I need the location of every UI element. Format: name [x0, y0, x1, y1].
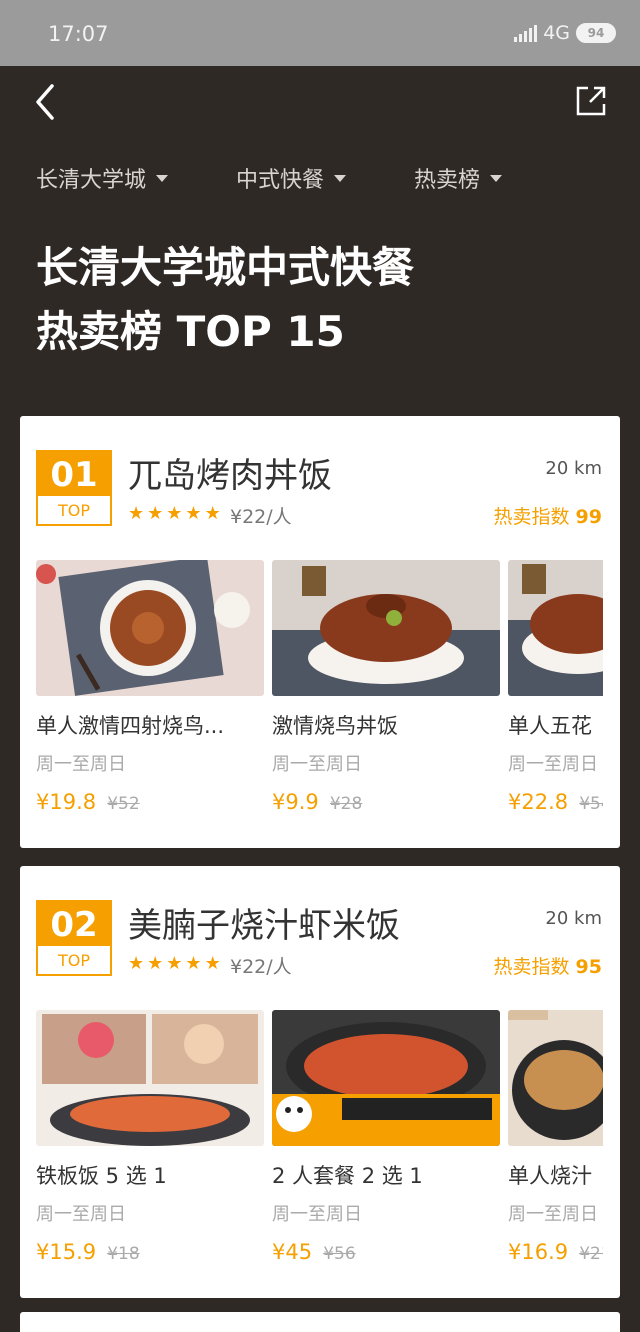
signal-icon	[514, 24, 538, 42]
battery-level: 94	[587, 26, 605, 40]
menu-item[interactable]: 2 人套餐 2 选 1 周一至周日 ¥45 ¥56	[272, 1010, 500, 1264]
menu-item-price: ¥22.8	[508, 790, 569, 814]
menu-item-name: 激情烧鸟丼饭	[272, 714, 398, 738]
hot-index-label: 热卖指数	[493, 956, 570, 978]
star-icon: ★	[185, 503, 202, 524]
star-icon: ★	[185, 953, 202, 974]
menu-item-prices: ¥22.8 ¥54	[508, 790, 603, 814]
menu-item-original-price: ¥28	[329, 794, 363, 814]
shop-distance: 20 km	[545, 908, 602, 929]
star-icon: ★	[166, 953, 183, 974]
food-image	[36, 1010, 264, 1146]
hot-index-label: 热卖指数	[493, 506, 570, 528]
star-icon: ★	[204, 503, 221, 524]
food-image	[36, 560, 264, 696]
filter-category[interactable]: 中式快餐	[236, 162, 347, 194]
rank-number: 01	[38, 452, 110, 496]
status-time: 17:07	[48, 22, 109, 46]
page-title-line1: 长清大学城中式快餐	[36, 243, 415, 292]
food-image	[508, 1010, 603, 1146]
rating-stars: ★ ★ ★ ★ ★	[128, 954, 221, 974]
filter-ranking-label: 热卖榜	[414, 168, 481, 193]
rank-badge: 01 TOP	[36, 450, 112, 526]
menu-item[interactable]: 铁板饭 5 选 1 周一至周日 ¥15.9 ¥18	[36, 1010, 264, 1264]
star-icon: ★	[166, 503, 183, 524]
menu-item-original-price: ¥54	[579, 794, 603, 814]
filter-ranking[interactable]: 热卖榜	[414, 162, 503, 194]
menu-item-days: 周一至周日	[36, 754, 126, 775]
menu-item[interactable]: 激情烧鸟丼饭 周一至周日 ¥9.9 ¥28	[272, 560, 500, 814]
menu-item-days: 周一至周日	[508, 754, 598, 775]
rating-stars: ★ ★ ★ ★ ★	[128, 504, 221, 524]
menu-item-days: 周一至周日	[508, 1204, 598, 1225]
star-icon: ★	[204, 953, 221, 974]
network-label: 4G	[543, 22, 570, 44]
avg-price: ¥22/人	[230, 956, 292, 978]
shop-distance: 20 km	[545, 458, 602, 479]
menu-item-original-price: ¥21	[579, 1244, 603, 1264]
menu-item-price: ¥16.9	[508, 1240, 569, 1264]
menu-item-days: 周一至周日	[272, 1204, 362, 1225]
page-title: 长清大学城中式快餐 热卖榜 TOP 15	[36, 236, 414, 364]
menu-item-name: 2 人套餐 2 选 1	[272, 1164, 423, 1188]
menu-item[interactable]: 单人激情四射烧鸟... 周一至周日 ¥19.8 ¥52	[36, 560, 264, 814]
menu-item-price: ¥45	[272, 1240, 313, 1264]
menu-item-original-price: ¥56	[323, 1244, 356, 1264]
menu-item[interactable]: 单人烧汁 周一至周日 ¥16.9 ¥21	[508, 1010, 603, 1264]
menu-item[interactable]: 单人五花 周一至周日 ¥22.8 ¥54	[508, 560, 603, 814]
food-image	[272, 1010, 500, 1146]
menu-item-prices: ¥16.9 ¥21	[508, 1240, 603, 1264]
avg-price: ¥22/人	[230, 506, 292, 528]
rank-label: TOP	[57, 951, 90, 970]
food-image	[508, 560, 603, 696]
rank-badge: 02 TOP	[36, 900, 112, 976]
menu-item-price: ¥15.9	[36, 1240, 97, 1264]
menu-item-name: 单人五花	[508, 714, 592, 738]
status-right: 4G 94	[514, 22, 616, 44]
menu-item-days: 周一至周日	[36, 1204, 126, 1225]
back-icon[interactable]	[30, 82, 62, 122]
menu-item-price: ¥19.8	[36, 790, 97, 814]
rank-number: 02	[38, 902, 110, 946]
item-carousel[interactable]: 铁板饭 5 选 1 周一至周日 ¥15.9 ¥18 2 人套餐 2 选 1 周一…	[36, 1010, 603, 1280]
filter-bar: 长清大学城 中式快餐 热卖榜	[0, 160, 640, 196]
menu-item-price: ¥9.9	[272, 790, 319, 814]
shop-name[interactable]: 美腩子烧汁虾米饭	[128, 898, 400, 947]
hot-index: 热卖指数 95	[493, 952, 602, 979]
menu-item-original-price: ¥52	[107, 794, 140, 814]
page-title-line2: 热卖榜 TOP 15	[36, 307, 345, 356]
menu-item-name: 铁板饭 5 选 1	[36, 1164, 167, 1188]
menu-item-prices: ¥45 ¥56	[272, 1240, 500, 1264]
menu-item-days: 周一至周日	[272, 754, 362, 775]
star-icon: ★	[147, 953, 164, 974]
menu-item-name: 单人烧汁	[508, 1164, 592, 1188]
star-icon: ★	[147, 503, 164, 524]
hot-index-value: 95	[575, 956, 602, 978]
shop-card-partial[interactable]	[20, 1312, 620, 1332]
share-icon[interactable]	[574, 84, 608, 118]
rank-label: TOP	[57, 501, 90, 520]
menu-item-name: 单人激情四射烧鸟...	[36, 714, 225, 738]
hot-index-value: 99	[575, 506, 602, 528]
menu-item-prices: ¥19.8 ¥52	[36, 790, 264, 814]
menu-item-prices: ¥15.9 ¥18	[36, 1240, 264, 1264]
shop-card[interactable]: 02 TOP 美腩子烧汁虾米饭 20 km ★ ★ ★ ★ ★ ¥22/人 热卖指数 9…	[20, 866, 620, 1298]
battery-icon: 94	[576, 23, 616, 43]
star-icon: ★	[128, 953, 145, 974]
filter-category-label: 中式快餐	[236, 168, 325, 193]
caret-down-icon	[156, 174, 169, 182]
status-bar: 17:07 4G 94	[0, 0, 640, 66]
menu-item-original-price: ¥18	[107, 1244, 140, 1264]
menu-item-prices: ¥9.9 ¥28	[272, 790, 500, 814]
filter-area-label: 长清大学城	[36, 168, 147, 193]
caret-down-icon	[334, 174, 347, 182]
shop-name[interactable]: 兀岛烤肉丼饭	[128, 448, 332, 497]
food-image	[272, 560, 500, 696]
hot-index: 热卖指数 99	[493, 502, 602, 529]
item-carousel[interactable]: 单人激情四射烧鸟... 周一至周日 ¥19.8 ¥52 激情烧鸟丼饭 周一至周日…	[36, 560, 603, 830]
filter-area[interactable]: 长清大学城	[36, 162, 169, 194]
shop-card[interactable]: 01 TOP 兀岛烤肉丼饭 20 km ★ ★ ★ ★ ★ ¥22/人 热卖指数 99	[20, 416, 620, 848]
caret-down-icon	[490, 174, 503, 182]
star-icon: ★	[128, 503, 145, 524]
